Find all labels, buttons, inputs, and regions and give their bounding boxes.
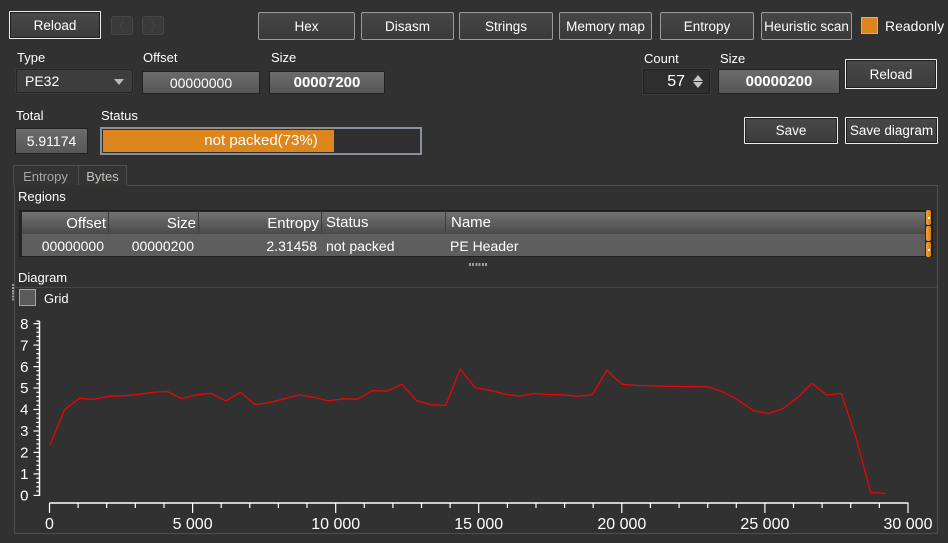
svg-text:10 000: 10 000 <box>311 516 360 533</box>
svg-text:5: 5 <box>20 380 28 397</box>
svg-text:25 000: 25 000 <box>740 516 789 533</box>
svg-text:20 000: 20 000 <box>597 516 646 533</box>
svg-text:30 000: 30 000 <box>884 516 933 533</box>
svg-text:5 000: 5 000 <box>173 516 213 533</box>
svg-text:1: 1 <box>20 466 28 483</box>
svg-text:7: 7 <box>20 337 28 354</box>
svg-text:15 000: 15 000 <box>454 516 503 533</box>
svg-text:8: 8 <box>20 316 28 333</box>
svg-text:3: 3 <box>20 423 28 440</box>
svg-text:4: 4 <box>20 402 28 419</box>
svg-text:6: 6 <box>20 359 28 376</box>
svg-text:2: 2 <box>20 445 28 462</box>
svg-text:0: 0 <box>45 516 54 533</box>
svg-text:0: 0 <box>20 488 28 505</box>
